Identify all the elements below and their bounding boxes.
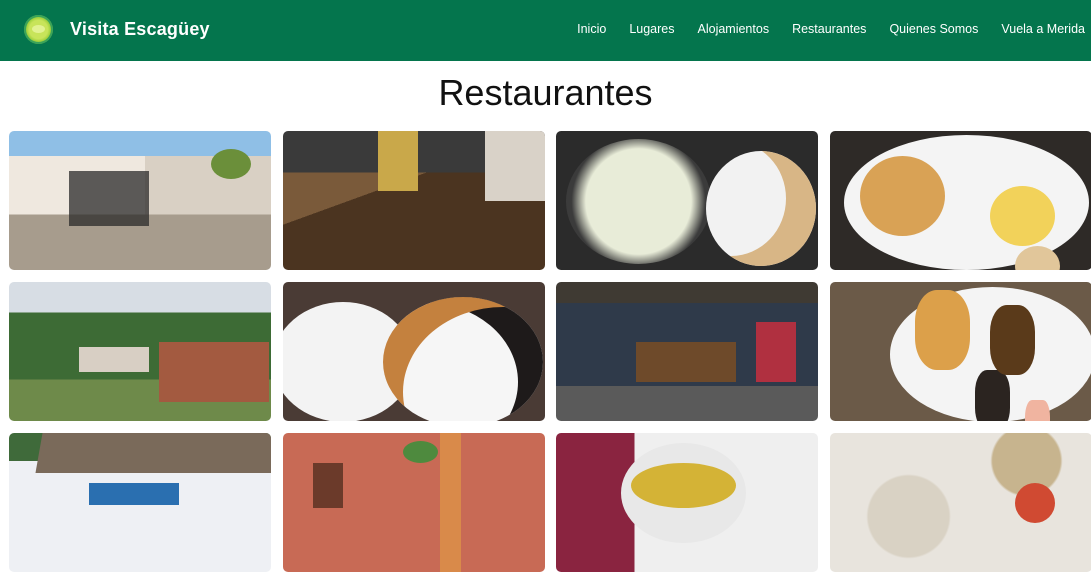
nav-item-inicio[interactable]: Inicio	[577, 22, 606, 36]
brand-name[interactable]: Visita Escagüey	[70, 19, 210, 40]
restaurant-image[interactable]	[556, 282, 818, 421]
restaurant-image[interactable]	[556, 433, 818, 572]
restaurant-image[interactable]	[283, 433, 545, 572]
nav-item-lugares[interactable]: Lugares	[629, 22, 674, 36]
restaurant-image[interactable]	[830, 282, 1091, 421]
restaurant-image[interactable]	[283, 131, 545, 270]
nav-item-quienes-somos[interactable]: Quienes Somos	[889, 22, 978, 36]
restaurant-image[interactable]	[830, 131, 1091, 270]
logo-icon[interactable]	[24, 15, 53, 44]
page-title: Restaurantes	[0, 72, 1091, 114]
restaurant-image[interactable]	[9, 433, 271, 572]
main-nav: Inicio Lugares Alojamientos Restaurantes…	[554, 22, 1085, 36]
restaurant-image[interactable]	[830, 433, 1091, 572]
nav-item-vuela-a-merida[interactable]: Vuela a Merida	[1001, 22, 1085, 36]
navbar: Visita Escagüey Inicio Lugares Alojamien…	[0, 0, 1091, 61]
restaurant-gallery	[9, 131, 1091, 572]
nav-item-alojamientos[interactable]: Alojamientos	[698, 22, 770, 36]
restaurant-image[interactable]	[556, 131, 818, 270]
restaurant-image[interactable]	[9, 131, 271, 270]
restaurant-image[interactable]	[283, 282, 545, 421]
nav-item-restaurantes[interactable]: Restaurantes	[792, 22, 866, 36]
restaurant-image[interactable]	[9, 282, 271, 421]
